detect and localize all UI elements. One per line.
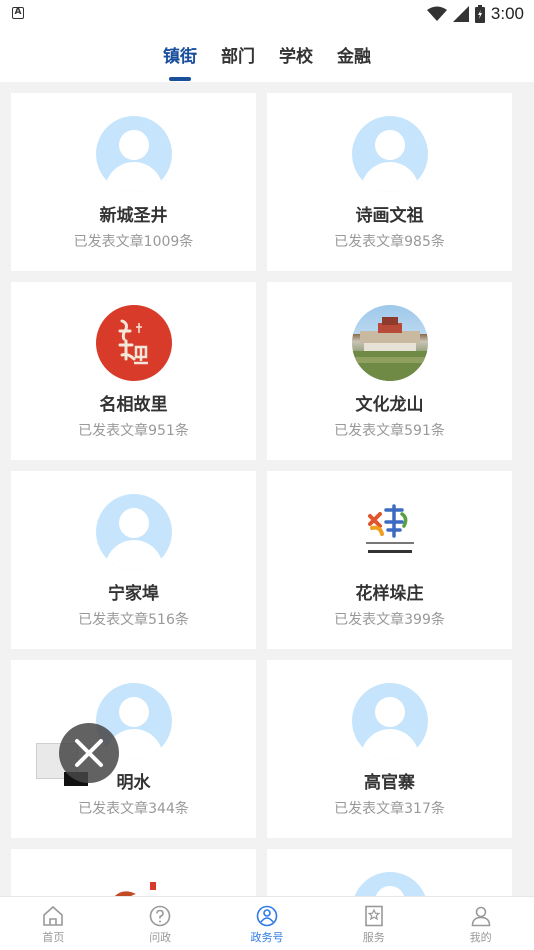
account-card[interactable]: 宁家埠 已发表文章516条 [11, 471, 256, 649]
article-count: 已发表文章344条 [78, 801, 189, 817]
account-card[interactable]: 文化龙山 已发表文章591条 [267, 282, 512, 460]
nav-label: 我的 [469, 931, 492, 944]
article-count: 已发表文章516条 [78, 612, 189, 628]
account-card[interactable]: 名相故里 已发表文章951条 [11, 282, 256, 460]
default-avatar-icon [96, 494, 172, 570]
tab-finance[interactable]: 金融 [325, 28, 383, 82]
calligraphy-logo-icon [118, 319, 148, 365]
account-name: 名相故里 [99, 395, 168, 415]
article-count: 已发表文章951条 [78, 423, 189, 439]
service-icon [364, 905, 383, 927]
article-count: 已发表文章1009条 [73, 234, 194, 250]
nav-label: 问政 [149, 931, 172, 944]
nav-profile[interactable]: 我的 [427, 897, 534, 950]
account-card[interactable]: 高官寨 已发表文章317条 [267, 660, 512, 838]
notification-icon: A [12, 7, 24, 19]
flower-logo-avatar [352, 494, 428, 570]
account-name: 诗画文祖 [355, 206, 424, 226]
article-count: 已发表文章317条 [334, 801, 445, 817]
account-card[interactable]: 花样垛庄 已发表文章399条 [267, 471, 512, 649]
floating-close-button[interactable] [59, 723, 119, 783]
article-count: 已发表文章985条 [334, 234, 445, 250]
account-card[interactable]: 新城圣井 已发表文章1009条 [11, 93, 256, 271]
flower-logo-icon [366, 504, 414, 553]
tab-departments[interactable]: 部门 [209, 28, 267, 82]
profile-icon [471, 906, 490, 927]
signal-icon [452, 6, 469, 22]
nav-label: 首页 [42, 931, 65, 944]
category-tabs: 镇街 部门 学校 金融 [0, 28, 534, 82]
battery-icon [474, 5, 485, 23]
default-avatar-icon [352, 116, 428, 192]
status-bar: A 3:00 [0, 0, 534, 28]
nav-label: 服务 [362, 931, 385, 944]
article-count: 已发表文章591条 [334, 423, 445, 439]
default-avatar-icon [96, 116, 172, 192]
account-name: 宁家埠 [108, 584, 159, 604]
bottom-navigation: 首页 问政 政务号 服务 我的 [0, 896, 534, 950]
building-photo-avatar [352, 305, 428, 381]
account-name: 花样垛庄 [355, 584, 424, 604]
nav-gov-account[interactable]: 政务号 [214, 897, 321, 950]
calligraphy-logo-avatar [96, 305, 172, 381]
close-icon [75, 739, 103, 767]
status-icons: 3:00 [426, 2, 524, 26]
tab-schools[interactable]: 学校 [267, 28, 325, 82]
account-name: 高官寨 [364, 773, 415, 793]
account-name: 新城圣井 [99, 206, 168, 226]
tab-towns[interactable]: 镇街 [151, 28, 209, 82]
building-image [352, 317, 428, 381]
nav-inquiry[interactable]: 问政 [107, 897, 214, 950]
gov-account-icon [256, 905, 278, 927]
nav-home[interactable]: 首页 [0, 897, 107, 950]
nav-service[interactable]: 服务 [320, 897, 427, 950]
home-icon [43, 905, 64, 926]
wifi-icon [426, 6, 447, 21]
article-count: 已发表文章399条 [334, 612, 445, 628]
default-avatar-icon [352, 683, 428, 759]
account-name: 文化龙山 [355, 395, 424, 415]
nav-label: 政务号 [250, 931, 284, 944]
clock: 3:00 [490, 4, 524, 23]
account-card[interactable]: 诗画文祖 已发表文章985条 [267, 93, 512, 271]
question-icon [149, 905, 171, 927]
